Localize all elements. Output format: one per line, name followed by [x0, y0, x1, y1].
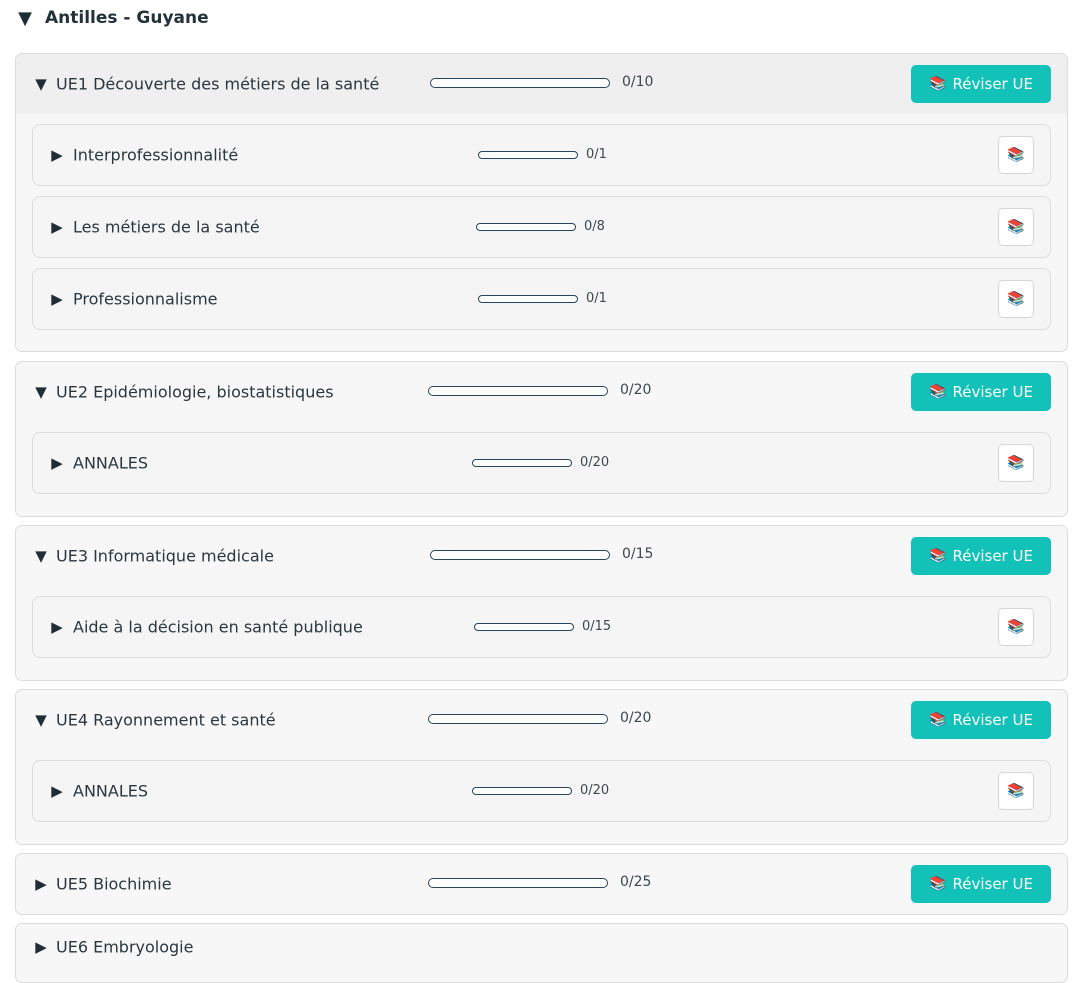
chapter-title: Les métiers de la santé — [73, 217, 260, 237]
chapter-count: 0/15 — [582, 619, 612, 634]
region-header[interactable]: ▼ Antilles - Guyane — [17, 6, 209, 30]
chapter-row[interactable]: ▶ ANNALES 0/20 📚 — [32, 432, 1051, 494]
chapter-count: 0/20 — [580, 783, 610, 798]
ue-header-4[interactable]: ▼ UE4 Rayonnement et santé 0/20 📚 Révise… — [16, 690, 1067, 750]
ue-count: 0/10 — [622, 74, 654, 90]
ue-header-1[interactable]: ▼ UE1 Découverte des métiers de la santé… — [16, 54, 1067, 114]
reviser-ue-label: Réviser UE — [952, 547, 1033, 565]
chapter-title: ANNALES — [73, 453, 149, 473]
reviser-ue-label: Réviser UE — [952, 875, 1033, 893]
chapter-row[interactable]: ▶ Aide à la décision en santé publique 0… — [32, 596, 1051, 658]
ue-header-3[interactable]: ▼ UE3 Informatique médicale 0/15 📚 Révis… — [16, 526, 1067, 586]
chapter-count: 0/1 — [586, 147, 607, 162]
caret-right-icon: ▶ — [35, 938, 47, 956]
ue-title: UE4 Rayonnement et santé — [56, 710, 276, 730]
revise-chapter-button[interactable]: 📚 — [998, 772, 1034, 810]
caret-down-icon: ▼ — [18, 7, 32, 29]
books-icon: 📚 — [1007, 783, 1025, 799]
chapter-count: 0/8 — [584, 219, 605, 234]
ue-progress-bar — [428, 714, 608, 724]
ue-progress-bar — [430, 550, 610, 560]
ue-title: UE3 Informatique médicale — [56, 546, 274, 566]
caret-right-icon: ▶ — [51, 146, 63, 164]
caret-down-icon: ▼ — [35, 711, 47, 729]
ue-progress-bar — [428, 386, 608, 396]
reviser-ue-button[interactable]: 📚 Réviser UE — [911, 373, 1051, 411]
chapter-title: Aide à la décision en santé publique — [73, 617, 363, 637]
caret-right-icon: ▶ — [51, 618, 63, 636]
ue-title: UE1 Découverte des métiers de la santé — [56, 74, 380, 94]
books-icon: 📚 — [929, 76, 947, 92]
books-icon: 📚 — [929, 876, 947, 892]
ue-header-2[interactable]: ▼ UE2 Epidémiologie, biostatistiques 0/2… — [16, 362, 1067, 422]
ue-count: 0/20 — [620, 710, 652, 726]
ue-title: UE5 Biochimie — [56, 874, 172, 894]
books-icon: 📚 — [1007, 219, 1025, 235]
reviser-ue-label: Réviser UE — [952, 711, 1033, 729]
ue-header-6[interactable]: ▶ UE6 Embryologie — [16, 924, 1067, 970]
ue-progress-bar — [428, 878, 608, 888]
ue-card-3: ▼ UE3 Informatique médicale 0/15 📚 Révis… — [15, 525, 1068, 681]
caret-down-icon: ▼ — [35, 547, 47, 565]
reviser-ue-label: Réviser UE — [952, 383, 1033, 401]
ue-count: 0/15 — [622, 546, 654, 562]
books-icon: 📚 — [929, 712, 947, 728]
reviser-ue-button[interactable]: 📚 Réviser UE — [911, 701, 1051, 739]
reviser-ue-button[interactable]: 📚 Réviser UE — [911, 537, 1051, 575]
revise-chapter-button[interactable]: 📚 — [998, 608, 1034, 646]
ue-card-5: ▶ UE5 Biochimie 0/25 📚 Réviser UE — [15, 853, 1068, 915]
reviser-ue-button[interactable]: 📚 Réviser UE — [911, 65, 1051, 103]
ue-card-6: ▶ UE6 Embryologie — [15, 923, 1068, 983]
reviser-ue-button[interactable]: 📚 Réviser UE — [911, 865, 1051, 903]
ue-progress-bar — [430, 78, 610, 88]
chapter-row[interactable]: ▶ Professionnalisme 0/1 📚 — [32, 268, 1051, 330]
ue-count: 0/20 — [620, 382, 652, 398]
caret-down-icon: ▼ — [35, 75, 47, 93]
reviser-ue-label: Réviser UE — [952, 75, 1033, 93]
chapter-progress-bar — [472, 787, 572, 795]
caret-right-icon: ▶ — [51, 782, 63, 800]
chapter-title: Interprofessionnalité — [73, 145, 239, 165]
chapter-row[interactable]: ▶ ANNALES 0/20 📚 — [32, 760, 1051, 822]
caret-right-icon: ▶ — [51, 290, 63, 308]
caret-right-icon: ▶ — [51, 218, 63, 236]
ue-count: 0/25 — [620, 874, 652, 890]
ue-card-2: ▼ UE2 Epidémiologie, biostatistiques 0/2… — [15, 361, 1068, 517]
chapter-count: 0/1 — [586, 291, 607, 306]
ue-title: UE6 Embryologie — [56, 937, 194, 957]
chapter-title: ANNALES — [73, 781, 149, 801]
revise-chapter-button[interactable]: 📚 — [998, 444, 1034, 482]
chapter-title: Professionnalisme — [73, 289, 218, 309]
chapter-progress-bar — [478, 151, 578, 159]
ue-title: UE2 Epidémiologie, biostatistiques — [56, 382, 334, 402]
chapter-progress-bar — [472, 459, 572, 467]
books-icon: 📚 — [1007, 619, 1025, 635]
caret-down-icon: ▼ — [35, 383, 47, 401]
chapter-progress-bar — [476, 223, 576, 231]
revise-chapter-button[interactable]: 📚 — [998, 208, 1034, 246]
books-icon: 📚 — [929, 548, 947, 564]
books-icon: 📚 — [929, 384, 947, 400]
books-icon: 📚 — [1007, 291, 1025, 307]
books-icon: 📚 — [1007, 147, 1025, 163]
chapter-progress-bar — [474, 623, 574, 631]
books-icon: 📚 — [1007, 455, 1025, 471]
region-title: Antilles - Guyane — [45, 8, 209, 28]
chapter-row[interactable]: ▶ Interprofessionnalité 0/1 📚 — [32, 124, 1051, 186]
ue-card-1: ▼ UE1 Découverte des métiers de la santé… — [15, 53, 1068, 352]
ue-header-5[interactable]: ▶ UE5 Biochimie 0/25 📚 Réviser UE — [16, 854, 1067, 914]
caret-right-icon: ▶ — [35, 875, 47, 893]
ue-card-4: ▼ UE4 Rayonnement et santé 0/20 📚 Révise… — [15, 689, 1068, 845]
chapter-count: 0/20 — [580, 455, 610, 470]
revise-chapter-button[interactable]: 📚 — [998, 136, 1034, 174]
revise-chapter-button[interactable]: 📚 — [998, 280, 1034, 318]
chapter-row[interactable]: ▶ Les métiers de la santé 0/8 📚 — [32, 196, 1051, 258]
chapter-progress-bar — [478, 295, 578, 303]
caret-right-icon: ▶ — [51, 454, 63, 472]
